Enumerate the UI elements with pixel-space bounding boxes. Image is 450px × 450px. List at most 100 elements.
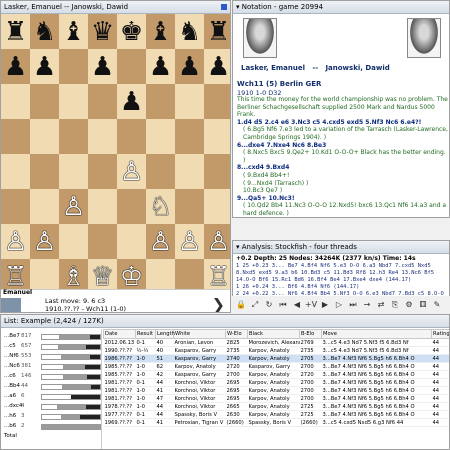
notation-line[interactable]: 8...cxd4 9.Bxd4 (237, 164, 449, 172)
board-square[interactable]: ♟ (146, 49, 175, 84)
column-header[interactable]: W-Elo (225, 329, 248, 339)
board-square[interactable]: ♖ (204, 259, 230, 289)
notation-text[interactable]: This time the money for the world champi… (237, 96, 449, 217)
chess-piece[interactable]: ♟ (33, 54, 56, 80)
stats-row[interactable]: ...b6 2 (1, 423, 102, 431)
notation-line[interactable]: 6...dxe4 7.Nxe4 Nc6 8.Be3 (237, 142, 449, 150)
add-var-icon[interactable]: +V (305, 299, 317, 311)
board-square[interactable] (146, 119, 175, 154)
board-square[interactable]: ♙ (175, 224, 204, 259)
back-icon[interactable]: ◀ (291, 299, 303, 311)
column-header[interactable]: B-Elo (299, 329, 322, 339)
edit-icon[interactable]: ✎ (431, 299, 443, 311)
notation-line[interactable]: ( 10.Qd2 Bb4 11.Nc3 O-O-O 12.Nxd5! bxc6 … (237, 202, 449, 217)
board-square[interactable] (175, 154, 204, 189)
notation-line[interactable]: 1.d4 d5 2.c4 e6 3.Nc3 c5 4.cxd5 exd5 5.N… (237, 119, 449, 127)
board-square[interactable] (117, 189, 146, 224)
stats-row[interactable]: ...dxc4 4 (1, 403, 102, 411)
notation-line[interactable]: ( 6.Bg5 Nf6 7.e3 led to a variation of t… (237, 126, 449, 141)
dice-icon[interactable]: ⚅ (417, 299, 429, 311)
table-row[interactable]: 2012.06.13 0-1 40 Aronian, Levon 2825 Morozev… (103, 338, 449, 347)
chess-piece[interactable]: ♟ (4, 54, 27, 80)
board-square[interactable]: ♟ (117, 84, 146, 119)
board-square[interactable]: ♟ (30, 49, 59, 84)
pane-menu-icon[interactable] (221, 4, 227, 10)
lock-icon[interactable]: 🔒 (235, 299, 247, 311)
white-player-name[interactable]: Lasker, Emanuel (241, 64, 305, 72)
board-square[interactable] (146, 84, 175, 119)
board-square[interactable]: ♙ (1, 224, 30, 259)
notation-line[interactable]: ( 9.Bxd4 Bb4+! (237, 172, 449, 180)
first-icon[interactable]: ⏮ (277, 299, 289, 311)
chess-piece[interactable]: ♙ (149, 229, 172, 255)
column-header[interactable]: Result (135, 329, 156, 339)
chess-piece[interactable]: ♘ (149, 194, 172, 220)
chess-piece[interactable]: ♕ (91, 264, 114, 290)
board-square[interactable] (175, 259, 204, 289)
board-square[interactable] (59, 154, 88, 189)
flip-icon[interactable]: ↻ (263, 299, 275, 311)
stats-row[interactable]: ...h6 3 (1, 413, 102, 421)
copy-icon[interactable]: ⎘ (389, 299, 401, 311)
chess-piece[interactable]: ♜ (4, 19, 27, 45)
chess-piece[interactable]: ♙ (33, 229, 56, 255)
notation-line[interactable]: 9...Qa5+ 10.Nc3! (237, 195, 449, 203)
table-row[interactable]: 1986.??.?? 1-0 51 Kasparov, Garry 2740 Karpov… (103, 354, 449, 363)
board-square[interactable]: ♙ (30, 224, 59, 259)
board-square[interactable] (1, 119, 30, 154)
board-square[interactable] (88, 154, 117, 189)
board-square[interactable] (30, 119, 59, 154)
stats-row[interactable]: ...Bb4 44 (1, 383, 102, 391)
board-square[interactable]: ♖ (1, 259, 30, 289)
board-square[interactable] (59, 84, 88, 119)
notation-line[interactable]: 10.Bc3 Qe7 ) (237, 187, 449, 195)
chess-piece[interactable]: ♚ (120, 19, 143, 45)
table-row[interactable]: 1981.??.?? 0-1 44 Korchnoi, Viktor 2695 Karpo… (103, 378, 449, 387)
last-icon[interactable]: ⏭ (347, 299, 359, 311)
stats-row[interactable]: ...c6 146 (1, 373, 102, 381)
board-square[interactable] (59, 49, 88, 84)
column-header[interactable]: White (173, 329, 226, 339)
board-square[interactable]: ♛ (88, 14, 117, 49)
board-square[interactable]: ♚ (117, 14, 146, 49)
board-square[interactable]: ♕ (88, 259, 117, 289)
chess-piece[interactable]: ♟ (178, 54, 201, 80)
board-square[interactable] (204, 189, 230, 224)
chess-piece[interactable]: ♝ (149, 19, 172, 45)
board-square[interactable]: ♟ (175, 49, 204, 84)
table-row[interactable]: 1969.??.?? 0-1 41 Petrosian, Tigran V (2660)… (103, 418, 449, 427)
forward-icon[interactable]: ▷ (333, 299, 345, 311)
board-square[interactable]: ♞ (30, 14, 59, 49)
notation-line[interactable]: This time the money for the world champi… (237, 96, 449, 119)
chevron-right-icon[interactable]: ❯ (212, 295, 225, 312)
pv-line[interactable]: 1 25 +0.23 3... Be7 4.Bf4 Nf6 5.e3 O-O 6… (236, 263, 448, 284)
chess-piece[interactable]: ♔ (120, 264, 143, 290)
board-square[interactable]: ♟ (204, 49, 230, 84)
table-row[interactable]: 1978.??.?? 1-0 44 Korchnoi, Viktor 2665 Karpo… (103, 402, 449, 411)
stats-row[interactable]: ...Be7 817 (1, 333, 102, 341)
new-game-icon[interactable]: ⇄ (375, 299, 387, 311)
board-square[interactable] (204, 154, 230, 189)
black-player-name[interactable]: Janowski, Dawid (325, 64, 389, 72)
chess-piece[interactable]: ♝ (62, 19, 85, 45)
board-square[interactable] (175, 119, 204, 154)
board-square[interactable] (117, 224, 146, 259)
notation-line[interactable]: ( 9...Nxd4 (Tarrasch) ) (237, 180, 449, 188)
chess-piece[interactable]: ♟ (120, 89, 143, 115)
column-header[interactable]: Black (247, 329, 300, 339)
board-square[interactable] (59, 119, 88, 154)
board-square[interactable] (30, 259, 59, 289)
board-square[interactable]: ♙ (117, 154, 146, 189)
chess-piece[interactable]: ♙ (207, 229, 230, 255)
board-square[interactable]: ♘ (146, 189, 175, 224)
board-square[interactable] (88, 119, 117, 154)
chess-piece[interactable]: ♜ (207, 19, 230, 45)
chess-piece[interactable]: ♙ (178, 229, 201, 255)
board-square[interactable]: ♟ (88, 49, 117, 84)
board-square[interactable]: ♜ (204, 14, 230, 49)
board-square[interactable] (1, 154, 30, 189)
stats-row[interactable]: ...Nf6 553 (1, 353, 102, 361)
board-square[interactable] (1, 189, 30, 224)
board-square[interactable] (88, 189, 117, 224)
board-square[interactable]: ♔ (117, 259, 146, 289)
